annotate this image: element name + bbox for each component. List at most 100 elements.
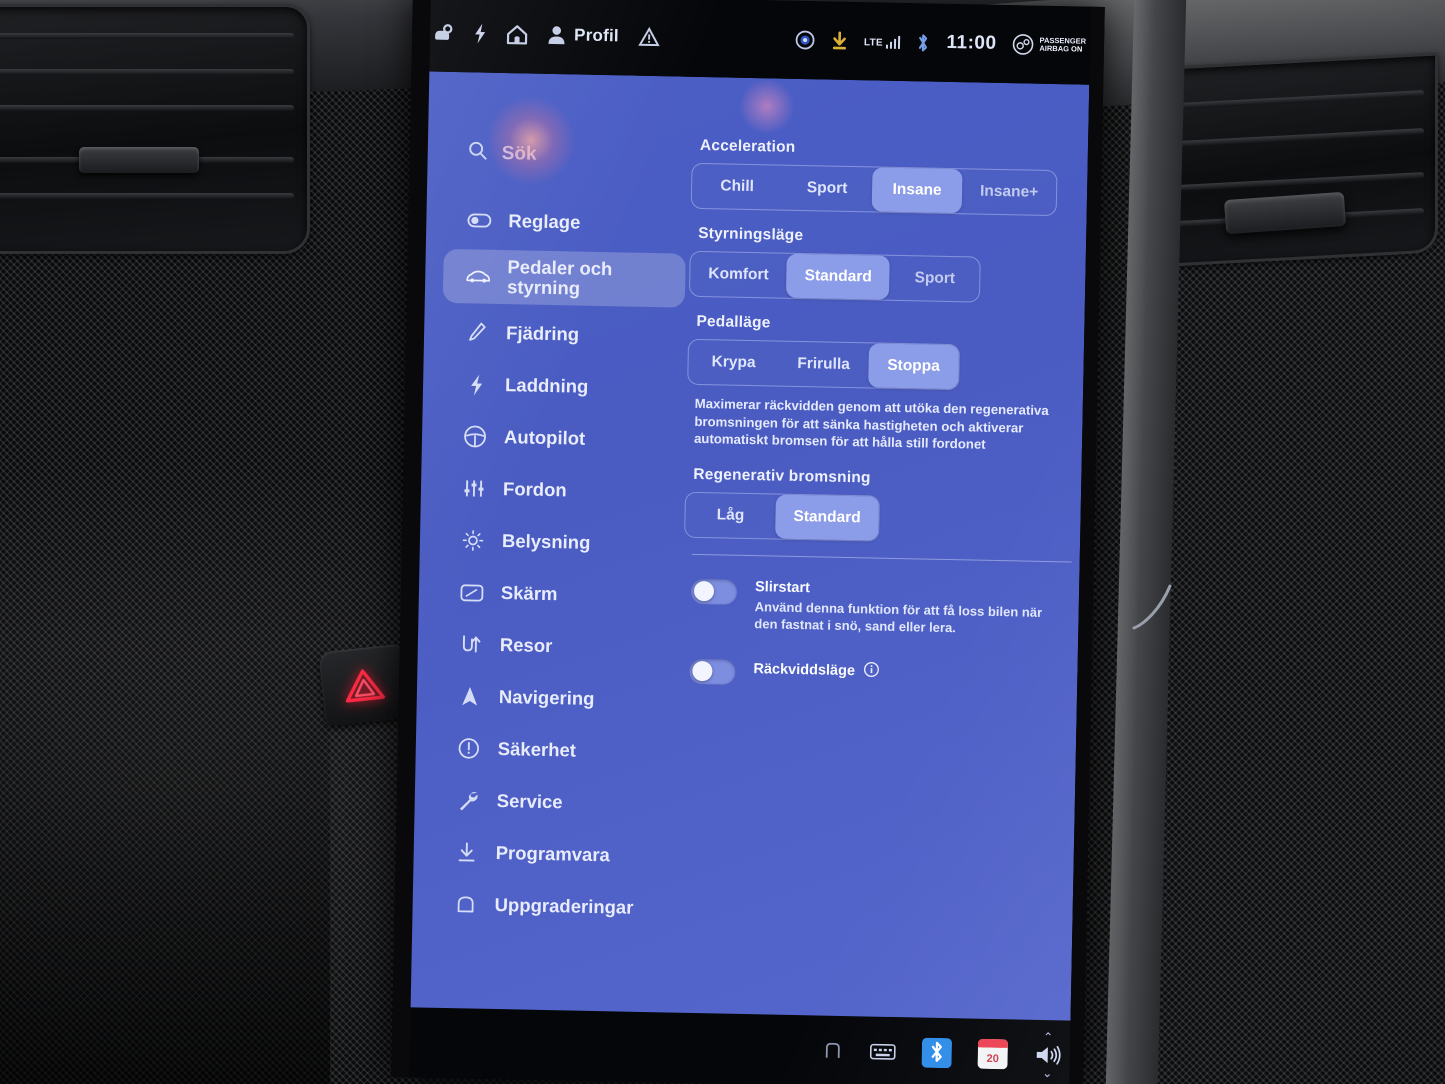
airbag-line2: AIRBAG [1039,43,1070,54]
sidebar-item-pedaler-och-styrning[interactable]: Pedaler och styrning [442,248,686,308]
sidebar-item-fordon[interactable]: Fordon [439,465,682,516]
bolt-icon [463,373,489,397]
charge-bolt-icon[interactable] [473,22,487,44]
door-trim-accent [1130,580,1176,634]
profile-button[interactable]: Profil [547,25,619,46]
sidebar-item-label: Fordon [502,478,567,501]
volume-control[interactable]: ⌃ ⌄ [1033,1030,1062,1080]
steering-option-sport[interactable]: Sport [889,256,980,302]
bluetooth-icon[interactable] [916,32,930,53]
sidebar-item-label: Service [496,790,563,813]
sidebar-item-label: Navigering [498,686,595,709]
upgrade-icon [452,894,478,915]
sidebar-item-label: Uppgraderingar [494,893,634,918]
rackviddslage-title: Räckviddsläge [753,660,856,679]
regen-braking-title: Regenerativ bromsning [693,465,871,486]
info-icon[interactable] [863,661,879,681]
sidebar-item-fjadring[interactable]: Fjädring [442,309,685,360]
pedal-option-frirulla[interactable]: Frirulla [778,342,869,388]
sidebar-item-navigering[interactable]: Navigering [434,673,677,724]
section-divider [691,553,1072,562]
steering-option-komfort[interactable]: Komfort [690,252,787,298]
pedal-option-stoppa[interactable]: Stoppa [868,343,959,390]
steering-mode-segmented-control[interactable]: Komfort Standard Sport [688,250,982,303]
passenger-airbag-indicator: PASSENGER AIRBAG ON [1012,33,1086,56]
hazard-triangle-icon [345,669,386,703]
sidebar-item-label: Skärm [500,582,558,605]
wrench-icon [455,789,481,812]
sidebar-item-sakerhet[interactable]: Säkerhet [433,725,676,776]
airbag-icon [1012,33,1034,55]
sidebar-item-label: Fjädring [505,322,580,345]
air-vent-left[interactable] [0,4,310,254]
navigation-arrow-icon [457,685,483,708]
settings-content: Acceleration Chill Sport Insane Insane+ … [674,77,1089,1030]
car-interior-scene: Profil LTE 11:00 PASSENGER AIRBAG ON Sök… [0,0,1445,1084]
search-icon [468,140,488,165]
camera-dot-icon[interactable] [795,30,815,50]
home-icon[interactable] [506,24,528,45]
volume-icon[interactable] [1034,1044,1062,1067]
download-arrow-icon[interactable] [831,31,848,51]
bluetooth-tile-icon[interactable] [921,1037,952,1069]
suspension-icon [464,321,490,344]
status-clock: 11:00 [946,31,997,54]
profile-label: Profil [573,25,619,46]
sidebar-item-uppgraderingar[interactable]: Uppgraderingar [430,881,673,932]
sidebar-item-label: Programvara [495,842,611,866]
pedal-mode-description: Maximerar räckvidden genom att utöka den… [693,395,1049,452]
sidebar-item-skarm[interactable]: Skärm [436,569,679,620]
settings-panel: Sök Reglage Pedaler och styrning Fjädrin… [406,71,1090,1030]
sidebar-item-label: Resor [499,634,553,657]
rackviddslage-title-wrap: Räckviddsläge [753,659,879,682]
sidebar-item-reglage[interactable]: Reglage [444,197,687,248]
volume-down-chevron[interactable]: ⌄ [1042,1066,1052,1080]
sidebar-item-resor[interactable]: Resor [435,621,678,672]
regen-braking-segmented-control[interactable]: Låg Standard [684,491,881,542]
sidebar-item-service[interactable]: Service [432,777,675,828]
network-type-label: LTE [863,36,884,49]
calendar-day-number: 20 [986,1053,998,1065]
cellular-signal-indicator: LTE [864,35,901,49]
sidebar-item-programvara[interactable]: Programvara [431,829,674,880]
acceleration-option-chill[interactable]: Chill [692,164,783,210]
rackviddslage-row[interactable]: Räckviddsläge [681,656,1077,691]
settings-sidebar: Sök Reglage Pedaler och styrning Fjädrin… [428,72,689,1022]
sidebar-item-laddning[interactable]: Laddning [441,361,684,412]
regen-option-lag[interactable]: Låg [685,492,776,538]
regen-option-standard[interactable]: Standard [775,494,880,541]
tesla-touchscreen[interactable]: Profil LTE 11:00 PASSENGER AIRBAG ON Sök… [391,0,1105,1084]
acceleration-title: Acceleration [699,136,796,156]
seat-heater-icon[interactable] [822,1040,844,1062]
person-icon [547,25,566,45]
acceleration-option-sport[interactable]: Sport [782,166,873,212]
acceleration-segmented-control[interactable]: Chill Sport Insane Insane+ [690,162,1058,217]
calendar-tile-icon[interactable]: 20 [977,1038,1008,1070]
car-lock-icon[interactable] [432,23,454,43]
volume-up-chevron[interactable]: ⌃ [1043,1030,1053,1044]
slirstart-title: Slirstart [754,578,811,596]
slirstart-toggle[interactable] [690,578,738,605]
hazard-triangle-button[interactable] [318,643,410,727]
sidebar-item-belysning[interactable]: Belysning [438,517,681,568]
steering-option-standard[interactable]: Standard [786,253,891,300]
toggle-switch-icon [466,213,492,228]
sidebar-item-label: Säkerhet [497,738,577,761]
warning-triangle-icon[interactable] [637,26,660,47]
signal-bars-icon [885,35,901,49]
alert-circle-icon [456,737,482,760]
sidebar-item-label: Autopilot [503,426,586,449]
search-input[interactable]: Sök [445,134,688,176]
acceleration-option-insane[interactable]: Insane [871,167,963,214]
keyboard-icon[interactable] [869,1043,896,1062]
pedal-option-krypa[interactable]: Krypa [688,340,779,386]
pedal-mode-segmented-control[interactable]: Krypa Frirulla Stoppa [687,338,961,391]
sidebar-item-label: Laddning [504,374,589,397]
acceleration-option-insane-plus[interactable]: Insane+ [962,169,1057,215]
rackviddslage-toggle[interactable] [689,658,736,685]
slirstart-row[interactable]: Slirstart Använd denna funktion för att … [682,576,1079,638]
sidebar-item-autopilot[interactable]: Autopilot [440,413,683,464]
vent-knob-left[interactable] [79,147,199,173]
air-vent-right[interactable] [1148,52,1438,268]
steering-wheel-icon [462,424,488,449]
